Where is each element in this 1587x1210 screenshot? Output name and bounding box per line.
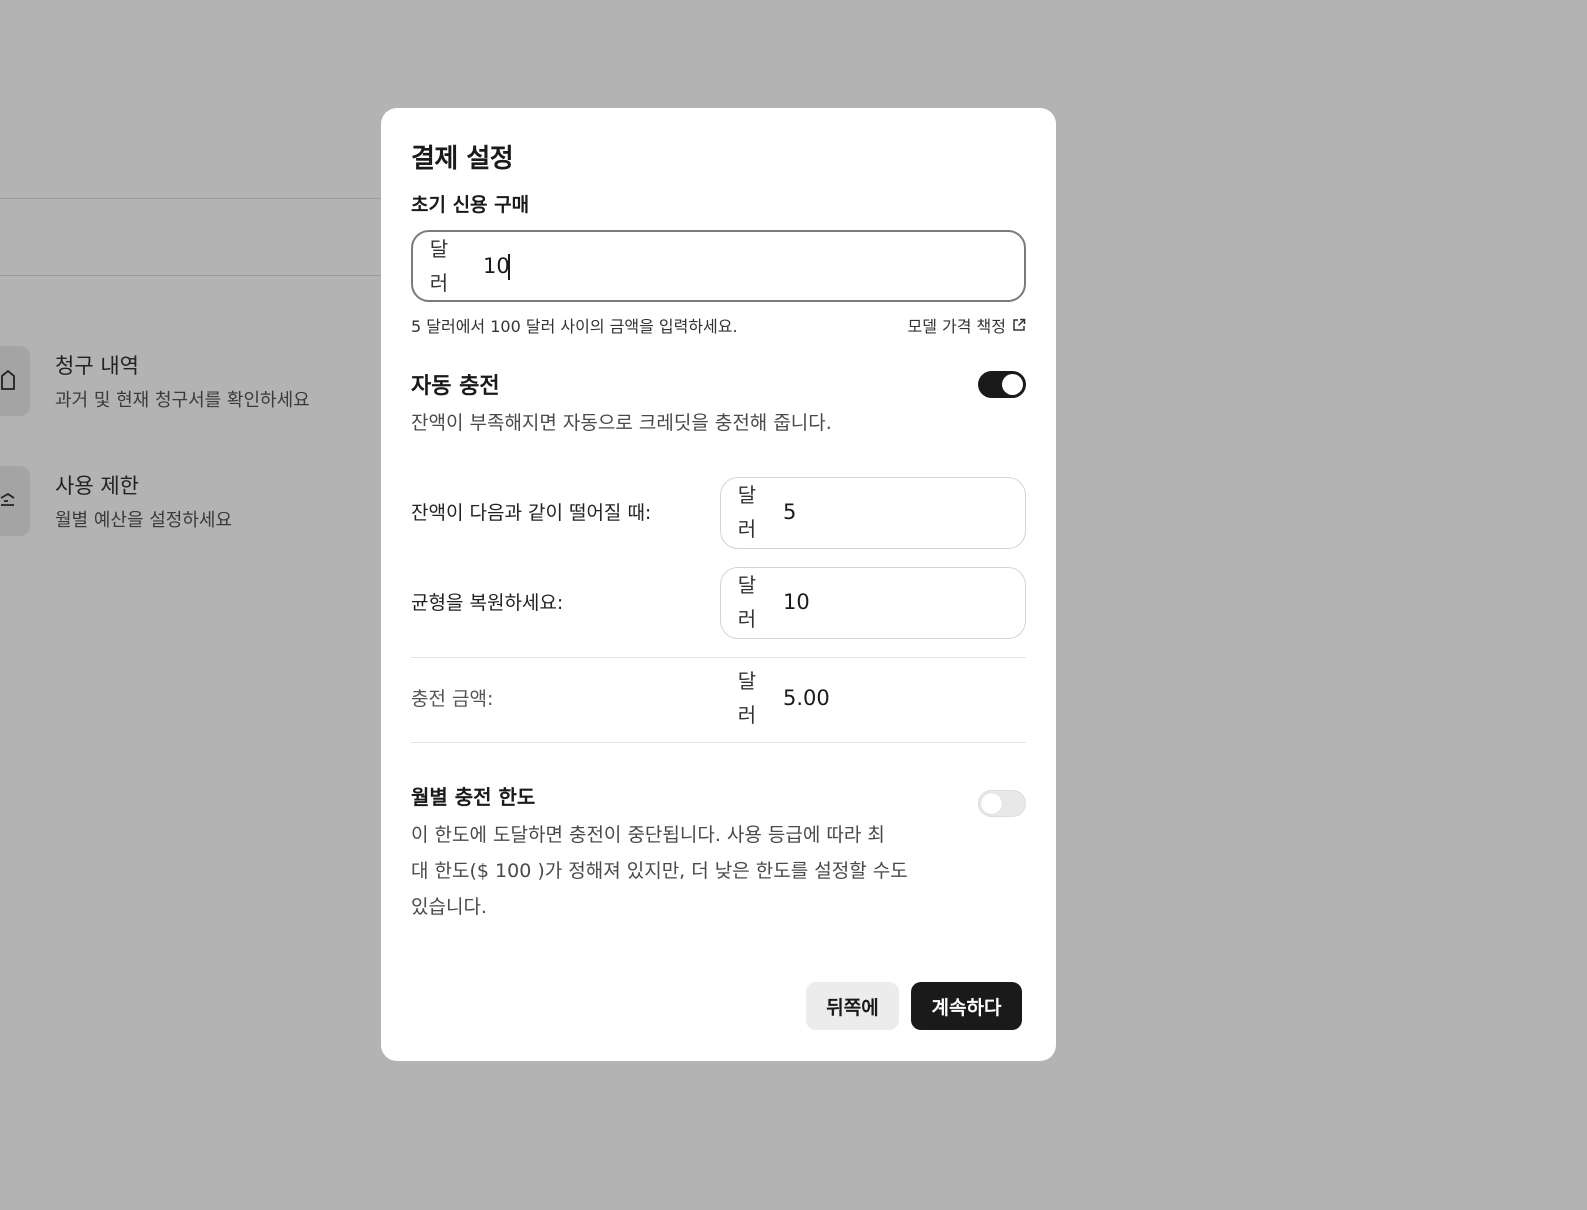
background-item-subtitle: 과거 및 현재 청구서를 확인하세요 [55, 390, 310, 411]
continue-button[interactable]: 계속하다 [911, 982, 1022, 1030]
monthly-limit-description-line: 대 한도($ 100 )가 정해져 있지만, 더 낮은 한도를 설정할 수도 [411, 860, 908, 882]
recharge-amount-label: 충전 금액: [411, 688, 494, 710]
external-link-icon [1013, 318, 1026, 331]
restore-label: 균형을 복원하세요: [411, 592, 564, 614]
threshold-input[interactable]: 달러 5 [720, 477, 1026, 549]
model-pricing-link[interactable]: 모델 가격 책정 [908, 313, 1027, 337]
threshold-value: 5 [783, 500, 797, 524]
auto-recharge-description: 잔액이 부족해지면 자동으로 크레딧을 충전해 줍니다. [411, 412, 832, 434]
recharge-amount-value: 5.00 [783, 686, 830, 710]
currency-prefix: 달러 [737, 483, 757, 541]
back-button[interactable]: 뒤쪽에 [806, 982, 899, 1030]
divider [411, 742, 1026, 743]
initial-purchase-helper: 5 달러에서 100 달러 사이의 금액을 입력하세요. [411, 317, 738, 336]
divider [411, 657, 1026, 658]
initial-purchase-label: 초기 신용 구매 [411, 194, 530, 216]
background-item-title: 청구 내역 [55, 354, 139, 378]
background-item-subtitle: 월별 예산을 설정하세요 [55, 510, 233, 531]
currency-prefix: 달러 [737, 669, 757, 727]
monthly-limit-toggle[interactable] [978, 790, 1026, 817]
threshold-label: 잔액이 다음과 같이 떨어질 때: [411, 502, 652, 524]
text-caret [508, 254, 510, 280]
sliders-icon [0, 492, 15, 506]
payment-settings-dialog: 결제 설정 초기 신용 구매 달러 10 5 달러에서 100 달러 사이의 금… [381, 108, 1056, 1061]
auto-recharge-label: 자동 충전 [411, 374, 500, 399]
background-divider [0, 198, 400, 199]
restore-balance-input[interactable]: 달러 10 [720, 567, 1026, 639]
background-item-title: 사용 제한 [55, 474, 139, 498]
toggle-knob [981, 793, 1002, 814]
toggle-knob [1002, 374, 1023, 395]
restore-balance-value: 10 [783, 590, 810, 614]
background-icon-box [0, 346, 30, 416]
monthly-limit-description-line: 이 한도에 도달하면 충전이 중단됩니다. 사용 등급에 따라 최 [411, 824, 885, 846]
monthly-limit-label: 월별 충전 한도 [411, 785, 536, 809]
receipt-icon [1, 369, 15, 390]
dialog-title: 결제 설정 [411, 144, 514, 174]
background-divider [0, 275, 400, 276]
currency-prefix: 달러 [429, 237, 449, 295]
auto-recharge-toggle[interactable] [978, 371, 1026, 398]
currency-prefix: 달러 [737, 573, 757, 631]
initial-purchase-value: 10 [483, 254, 510, 278]
background-icon-box [0, 466, 30, 536]
page: 청구 내역 과거 및 현재 청구서를 확인하세요 사용 제한 월별 예산을 설정… [0, 0, 1587, 1210]
monthly-limit-description-line: 있습니다. [411, 896, 487, 918]
initial-purchase-input[interactable]: 달러 10 [411, 230, 1026, 302]
model-pricing-link-label: 모델 가격 책정 [907, 317, 1007, 336]
